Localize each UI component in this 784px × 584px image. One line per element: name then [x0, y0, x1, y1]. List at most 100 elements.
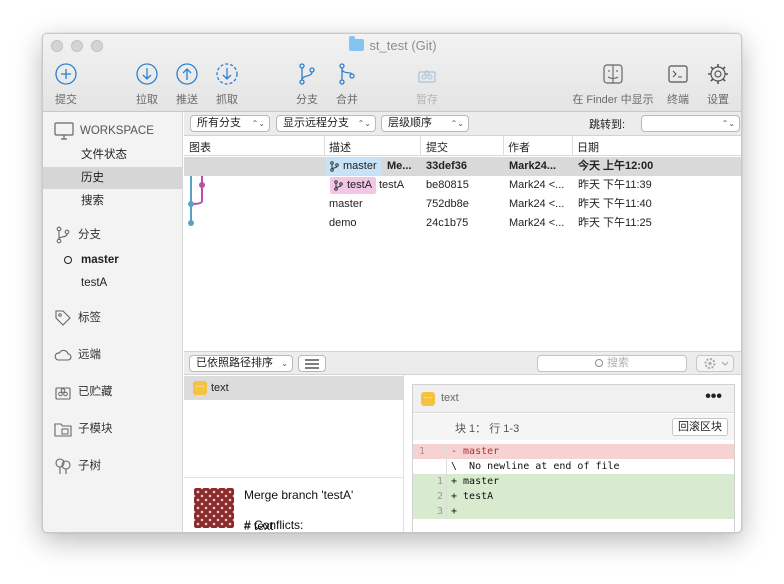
remotes-label: 远端 [78, 349, 101, 361]
branch-filter-value: 所有分支 [197, 117, 241, 129]
sidebar-stashes-header[interactable]: 已贮藏 [54, 381, 113, 403]
sidebar-branches-header[interactable]: 分支 [54, 224, 101, 246]
list-view-toggle[interactable] [298, 355, 326, 372]
search-icon [595, 359, 603, 367]
tags-label: 标签 [78, 312, 101, 324]
old-line-number: 1 [419, 446, 426, 457]
diff-line-context: \ No newline at end of file [413, 459, 734, 474]
branch-icon [330, 161, 339, 172]
settings-button[interactable]: 设置 [693, 62, 741, 107]
file-sort-select[interactable]: 已依照路径排序 ⌄ [189, 355, 293, 372]
diff-gutter-divider [446, 444, 447, 519]
commit-description: Me... [387, 160, 412, 172]
terminal-icon [668, 65, 688, 83]
commit-button[interactable]: 提交 [43, 62, 91, 107]
rollback-hunk-button[interactable]: 回滚区块 [672, 418, 728, 436]
hunk-header: 块 1： 行 1-3 回滚区块 [413, 414, 734, 440]
column-description[interactable]: 描述 [329, 139, 351, 155]
sidebar-submodules-header[interactable]: 子模块 [54, 418, 113, 440]
settings-label: 设置 [707, 94, 729, 106]
new-line-number: 1 [436, 476, 443, 487]
sidebar-branch-testa[interactable]: testA [43, 272, 183, 294]
more-options-icon[interactable]: ••• [705, 388, 722, 406]
sidebar-branch-master[interactable]: master [43, 249, 183, 271]
finder-icon [603, 64, 623, 84]
file-row[interactable]: ··· text [184, 376, 404, 400]
hunk-title: 块 1： 行 1-3 [455, 423, 520, 435]
merge-button[interactable]: 合并 [322, 62, 372, 107]
branch-tag-master[interactable]: master [326, 158, 381, 175]
cloud-icon [54, 349, 72, 361]
commit-row[interactable]: master 752db8e Mark24 <... 昨天 下午11:40 [184, 195, 741, 214]
arrow-up-circle-icon [176, 63, 198, 85]
plus-circle-icon [55, 63, 77, 85]
column-graph[interactable]: 图表 [189, 139, 211, 155]
sidebar-item-label: 历史 [81, 172, 104, 184]
column-date[interactable]: 日期 [577, 139, 599, 155]
window-title-text: st_test (Git) [369, 38, 437, 53]
branch-icon [56, 226, 70, 244]
stash-label: 暂存 [416, 94, 438, 106]
order-select[interactable]: 层级顺序 ⌃⌄ [381, 115, 469, 132]
sidebar-item-history[interactable]: 历史 [43, 167, 183, 189]
stash-icon [418, 70, 436, 83]
show-in-finder-button[interactable]: 在 Finder 中显示 [572, 62, 654, 107]
workspace-header: WORKSPACE [54, 121, 154, 141]
commit-message-line: # text [244, 519, 274, 533]
fetch-button[interactable]: 抓取 [202, 62, 252, 107]
gear-icon [708, 64, 728, 84]
diff-header: ··· text ••• [413, 385, 734, 413]
subtrees-label: 子树 [78, 460, 101, 472]
updown-chevron-icon: ⌃⌄ [251, 119, 265, 128]
commit-hash: 33def36 [426, 160, 467, 172]
sidebar-tags-header[interactable]: 标签 [54, 307, 101, 329]
sidebar-remotes-header[interactable]: 远端 [54, 344, 101, 366]
updown-chevron-icon: ⌃⌄ [357, 119, 371, 128]
column-author[interactable]: 作者 [508, 139, 530, 155]
branch-filter-select[interactable]: 所有分支 ⌃⌄ [190, 115, 270, 132]
window-title: st_test (Git) [43, 36, 741, 53]
commit-row[interactable]: demo 24c1b75 Mark24 <... 昨天 下午11:25 [184, 214, 741, 233]
branch-tag-testa[interactable]: testA [330, 177, 377, 194]
finder-label: 在 Finder 中显示 [572, 94, 654, 106]
sidebar-item-search[interactable]: 搜索 [43, 190, 183, 212]
merge-label: 合并 [336, 94, 358, 106]
commit-message-line: Merge branch 'testA' [244, 488, 354, 502]
commit-hash: be80815 [426, 179, 469, 191]
branch-name: testA [81, 277, 108, 289]
commit-author: Mark24 <... [509, 198, 565, 210]
diff-line-added: 3 + [413, 504, 734, 519]
file-name: text [211, 382, 229, 394]
fetch-label: 抓取 [216, 94, 238, 106]
order-value: 层级顺序 [388, 117, 432, 129]
changed-files-list: ··· text Merge branch 'testA' # Conflict… [184, 375, 404, 532]
gear-icon [704, 358, 729, 369]
jump-to-select[interactable]: ⌃⌄ [641, 115, 740, 132]
diff-line-text: + testA [451, 491, 494, 502]
workspace-label: WORKSPACE [80, 125, 154, 137]
sidebar-subtrees-header[interactable]: 子树 [54, 455, 101, 477]
modified-file-icon: ··· [421, 392, 435, 406]
commit-label: 提交 [55, 94, 77, 106]
commit-row[interactable]: testA testA be80815 Mark24 <... 昨天 下午11:… [184, 176, 741, 195]
stash-button[interactable]: 暂存 [402, 62, 452, 107]
list-icon [305, 359, 319, 369]
commit-description: master [329, 198, 363, 210]
commit-row[interactable]: master Me... 33def36 Mark24... 今天 上午12:0… [184, 157, 741, 176]
commit-author: Mark24... [509, 160, 557, 172]
file-search-input[interactable]: 搜索 [537, 355, 687, 372]
commit-author: Mark24 <... [509, 179, 565, 191]
column-commit[interactable]: 提交 [426, 139, 448, 155]
arrow-down-dashed-circle-icon [216, 63, 238, 85]
chevron-down-icon: ⌄ [281, 359, 288, 368]
file-actions-button[interactable] [696, 355, 734, 372]
commit-date: 昨天 下午11:39 [578, 179, 652, 191]
commit-description: demo [329, 217, 357, 229]
remote-filter-select[interactable]: 显示远程分支 ⌃⌄ [276, 115, 376, 132]
sidebar-item-file-status[interactable]: 文件状态 [43, 144, 183, 166]
diff-file-name: text [441, 392, 459, 404]
diff-line-text: \ No newline at end of file [451, 461, 620, 472]
diff-line-text: + master [451, 476, 500, 487]
commit-description: testA [379, 179, 405, 191]
commit-hash: 752db8e [426, 198, 469, 210]
